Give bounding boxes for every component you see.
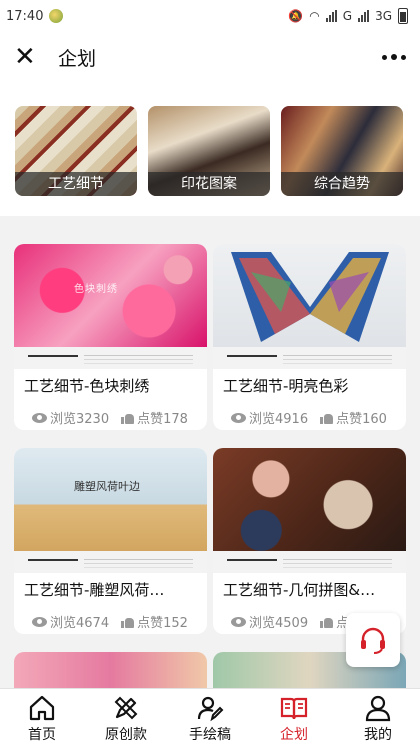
pencil-ruler-icon <box>114 696 138 720</box>
like-count: 点赞152 <box>137 616 188 631</box>
tab-original[interactable]: 原创款 <box>84 689 168 747</box>
eye-icon <box>231 616 246 627</box>
thumbs-up-icon <box>121 616 135 628</box>
article-card[interactable]: 雕塑风荷叶边 工艺细节-雕塑风荷… 浏览4674 点赞152 <box>14 448 207 634</box>
collar-illustration <box>231 252 389 342</box>
article-thumbnail <box>213 448 406 551</box>
mute-icon: 🔕 <box>288 9 304 23</box>
eye-icon <box>32 412 47 423</box>
tab-label: 我的 <box>364 727 392 743</box>
thumbnail-caption-strip <box>213 551 406 573</box>
category-label: 综合趋势 <box>281 172 403 196</box>
tab-sketches[interactable]: 手绘稿 <box>168 689 252 747</box>
article-card[interactable]: 工艺细节-几何拼图&… 浏览4509 点赞155 <box>213 448 406 634</box>
status-bar: 17:40 🔕 ◠ G 3G <box>0 0 420 32</box>
like-count: 点赞178 <box>137 412 188 427</box>
network-type-2: 3G <box>375 9 392 23</box>
article-title: 工艺细节-雕塑风荷… <box>24 581 165 599</box>
thumbs-up-icon <box>320 412 334 424</box>
bottom-tab-bar: 首页 原创款 手绘稿 企划 我的 <box>0 688 420 747</box>
category-strip: 工艺细节 印花图案 综合趋势 <box>0 82 420 216</box>
battery-icon <box>398 8 408 24</box>
tab-planning[interactable]: 企划 <box>252 689 336 747</box>
eye-icon <box>231 412 246 423</box>
tab-label: 企划 <box>280 727 308 743</box>
view-count: 浏览4674 <box>50 616 110 631</box>
article-title: 工艺细节-色块刺绣 <box>24 377 150 395</box>
signal-icon-2 <box>358 10 370 22</box>
eye-icon <box>32 616 47 627</box>
article-card[interactable]: 色块刺绣 工艺细节-色块刺绣 浏览3230 点赞178 <box>14 244 207 430</box>
category-overall-trends[interactable]: 综合趋势 <box>281 106 403 196</box>
article-card-partial[interactable] <box>14 652 207 688</box>
article-thumbnail: 色块刺绣 <box>14 244 207 347</box>
tab-mine[interactable]: 我的 <box>336 689 420 747</box>
tab-label: 原创款 <box>105 727 147 743</box>
article-thumbnail: 雕塑风荷叶边 <box>14 448 207 551</box>
status-time: 17:40 <box>6 8 44 24</box>
tab-label: 首页 <box>28 727 56 743</box>
view-count: 浏览4509 <box>249 616 309 631</box>
close-icon[interactable]: ✕ <box>14 44 42 70</box>
view-count: 浏览4916 <box>249 412 309 427</box>
thumbnail-caption: 雕塑风荷叶边 <box>74 480 140 493</box>
wifi-icon: ◠ <box>309 9 320 23</box>
book-icon <box>280 697 308 720</box>
article-thumbnail <box>213 244 406 347</box>
view-count: 浏览3230 <box>50 412 110 427</box>
article-card[interactable]: 工艺细节-明亮色彩 浏览4916 点赞160 <box>213 244 406 430</box>
customer-service-button[interactable] <box>346 613 400 667</box>
category-craft-details[interactable]: 工艺细节 <box>15 106 137 196</box>
user-pen-icon <box>197 696 224 722</box>
network-type: G <box>342 9 353 23</box>
page-title: 企划 <box>58 47 97 70</box>
person-icon <box>365 695 391 722</box>
thumbs-up-icon <box>121 412 135 424</box>
home-icon <box>29 695 55 721</box>
thumbnail-caption: 色块刺绣 <box>74 284 118 295</box>
category-label: 印花图案 <box>148 172 270 196</box>
more-icon[interactable] <box>382 54 406 60</box>
category-label: 工艺细节 <box>15 172 137 196</box>
tab-home[interactable]: 首页 <box>0 689 84 747</box>
article-grid: 色块刺绣 工艺细节-色块刺绣 浏览3230 点赞178 工艺细节-明亮色彩 浏览… <box>14 244 406 634</box>
article-title: 工艺细节-几何拼图&… <box>223 581 376 599</box>
thumbnail-caption-strip <box>14 551 207 573</box>
category-print-patterns[interactable]: 印花图案 <box>148 106 270 196</box>
headset-icon <box>361 627 385 654</box>
thumbnail-caption-strip <box>14 347 207 369</box>
thumbnail-caption-strip <box>213 347 406 369</box>
tab-label: 手绘稿 <box>189 727 231 743</box>
like-count: 点赞160 <box>336 412 387 427</box>
article-title: 工艺细节-明亮色彩 <box>223 377 349 395</box>
signal-icon <box>325 10 337 22</box>
thumbs-up-icon <box>320 616 334 628</box>
app-notification-icon <box>49 9 64 23</box>
top-bar: ✕ 企划 <box>0 32 420 82</box>
